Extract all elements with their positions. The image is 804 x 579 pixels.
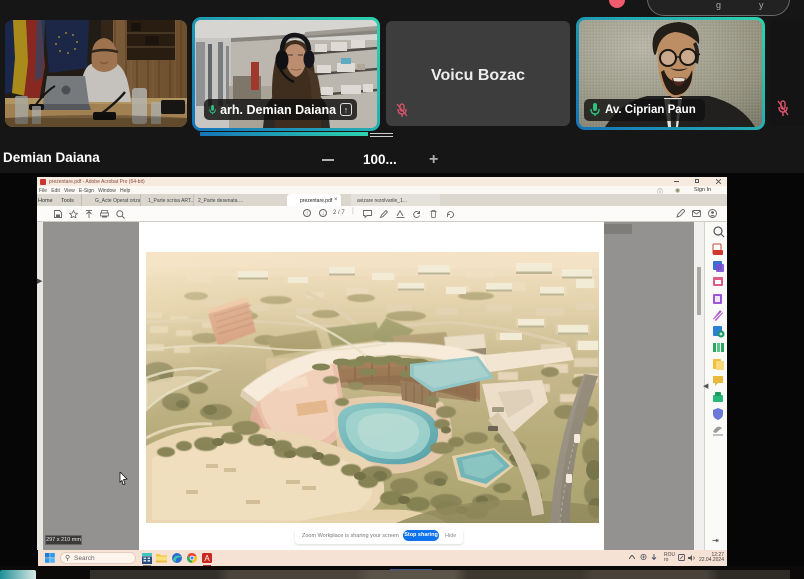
svg-text:A: A bbox=[204, 554, 210, 563]
